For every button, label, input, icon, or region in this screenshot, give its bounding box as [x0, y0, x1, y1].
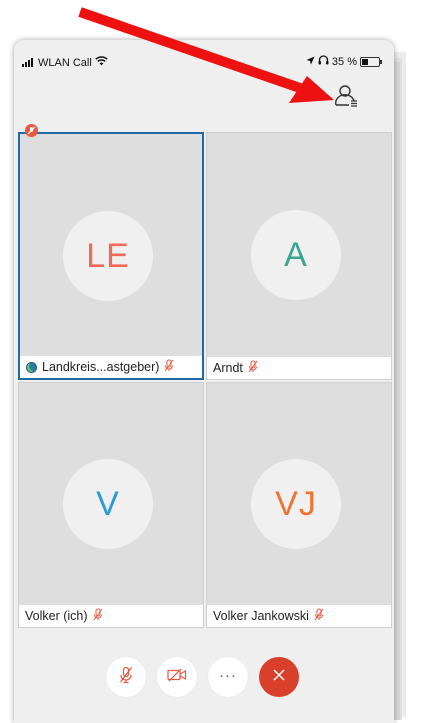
status-left: WLAN Call	[22, 56, 108, 69]
carrier-label: WLAN Call	[38, 56, 92, 69]
headphones-icon	[318, 55, 329, 68]
meeting-screen: WLAN Call 35 % LE Landkreis...astgeber) …	[14, 40, 394, 723]
participant-tile[interactable]: A Arndt	[206, 132, 392, 380]
participant-name: Arndt	[213, 361, 243, 375]
host-icon	[26, 361, 37, 373]
status-bar: WLAN Call 35 %	[14, 40, 394, 86]
status-right: 35 %	[306, 55, 382, 68]
location-icon	[306, 56, 315, 68]
muted-mic-icon	[314, 608, 324, 624]
participant-name: Volker Jankowski	[213, 609, 309, 623]
more-icon: ···	[219, 666, 237, 684]
participant-name: Landkreis...astgeber)	[42, 360, 160, 374]
participant-name: Volker (ich)	[25, 609, 88, 623]
end-call-button[interactable]	[259, 657, 299, 697]
signal-icon	[22, 58, 33, 67]
name-bar: Arndt	[207, 357, 391, 379]
video-button[interactable]	[157, 657, 197, 697]
end-call-icon	[271, 667, 287, 688]
avatar: VJ	[251, 459, 341, 549]
more-button[interactable]: ···	[208, 657, 248, 697]
muted-mic-icon	[93, 608, 103, 624]
avatar: A	[251, 210, 341, 300]
battery-percent: 35 %	[331, 55, 357, 68]
avatar: LE	[63, 211, 153, 301]
participant-tile[interactable]: VJ Volker Jankowski	[206, 382, 392, 628]
battery-icon	[360, 56, 382, 67]
muted-mic-icon	[119, 666, 133, 689]
call-controls: ···	[14, 657, 394, 705]
video-off-icon	[167, 668, 187, 687]
name-bar: Volker Jankowski	[207, 605, 391, 627]
participant-tile[interactable]: LE Landkreis...astgeber)	[18, 132, 204, 380]
participants-button[interactable]	[334, 82, 364, 112]
muted-mic-icon	[164, 359, 174, 375]
name-bar: Volker (ich)	[19, 605, 203, 627]
wifi-icon	[95, 56, 108, 69]
avatar: V	[63, 459, 153, 549]
participants-list-icon	[334, 85, 364, 116]
muted-badge	[25, 124, 38, 137]
participant-tile[interactable]: V Volker (ich)	[18, 382, 204, 628]
mute-button[interactable]	[106, 657, 146, 697]
muted-mic-icon	[248, 360, 258, 376]
name-bar: Landkreis...astgeber)	[20, 356, 202, 378]
